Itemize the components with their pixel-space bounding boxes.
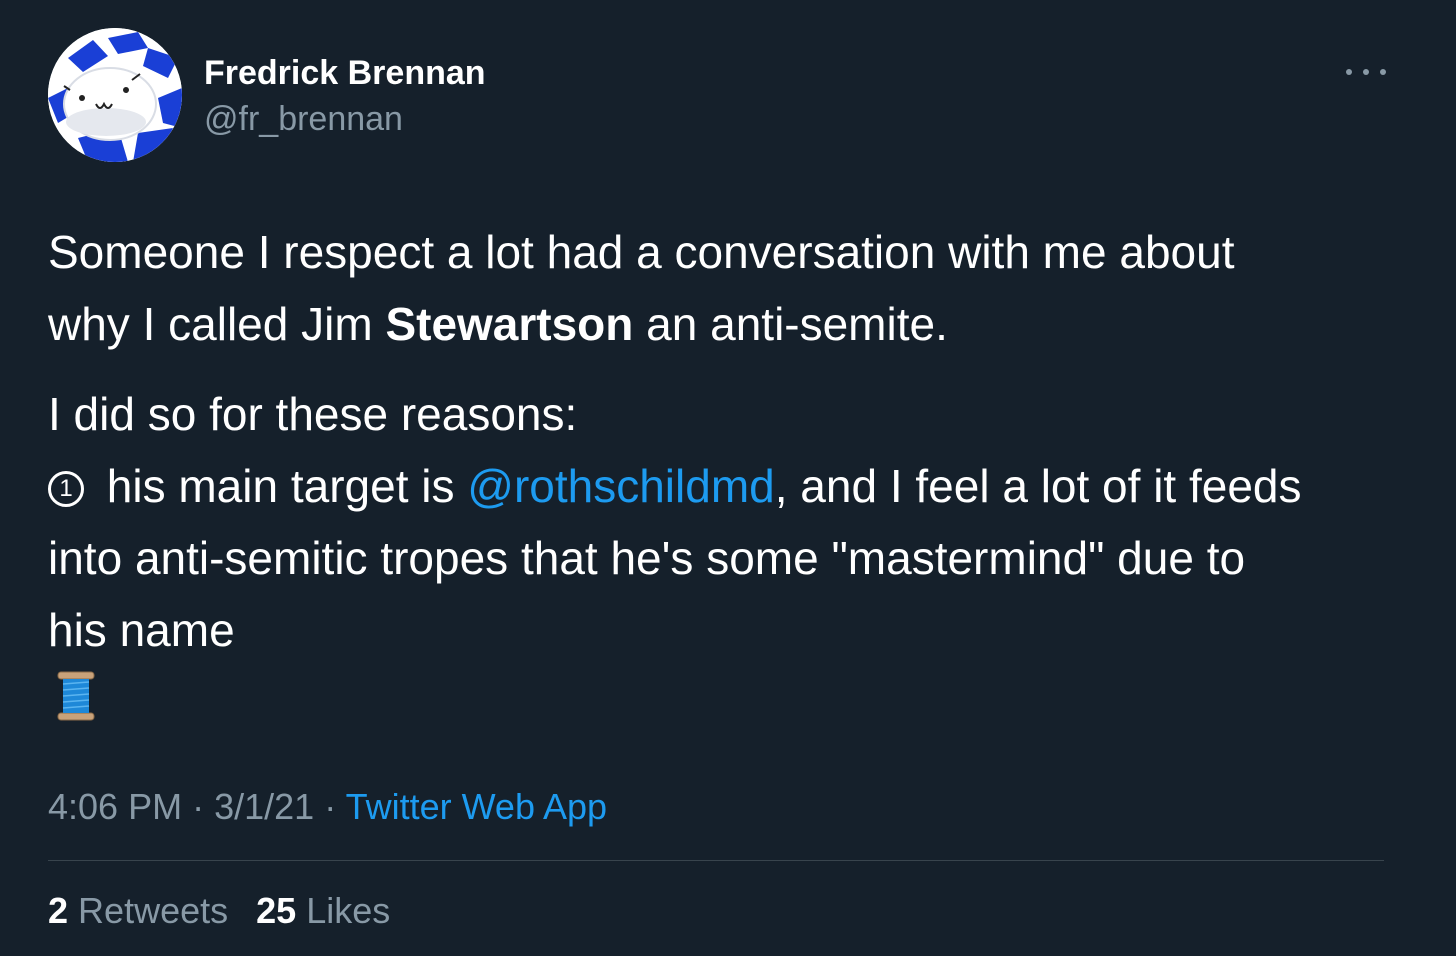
tweet-line: his name [48, 594, 1418, 666]
tweet-text-segment: his main target is [94, 460, 468, 512]
author-handle[interactable]: @fr_brennan [204, 100, 403, 139]
tweet-text-segment: why I called Jim [48, 298, 386, 350]
tweet-line: I did so for these reasons: [48, 378, 1418, 450]
tweet-text-segment: , and I feel a lot of it feeds [774, 460, 1302, 512]
tweet-line: into anti-semitic tropes that he's some … [48, 522, 1418, 594]
tweet-line: why I called Jim Stewartson an anti-semi… [48, 288, 1418, 360]
tweet-metadata: 4:06 PM · 3/1/21 · Twitter Web App [48, 786, 607, 828]
likes-count: 25 [256, 890, 297, 931]
tweet-date[interactable]: 3/1/21 [214, 786, 314, 827]
retweets-label: Retweets [78, 890, 229, 931]
tweet-text-segment: I did so for these reasons: [48, 388, 578, 440]
tweet-source-link[interactable]: Twitter Web App [346, 786, 607, 827]
tweet-text: Someone I respect a lot had a conversati… [48, 216, 1418, 666]
retweets-count: 2 [48, 890, 69, 931]
dot [1346, 69, 1352, 75]
tweet-line: 1 his main target is @rothschildmd, and … [48, 450, 1418, 522]
thread-spool-icon [57, 671, 95, 721]
tweet-card: Fredrick Brennan @fr_brennan Someone I r… [0, 0, 1456, 956]
dot [1380, 69, 1386, 75]
author-avatar[interactable] [48, 28, 182, 162]
tweet-text-segment: Someone I respect a lot had a conversati… [48, 226, 1235, 278]
tweet-bold-text: Stewartson [385, 298, 634, 350]
tweet-line: Someone I respect a lot had a conversati… [48, 216, 1418, 288]
tweet-time[interactable]: 4:06 PM [48, 786, 182, 827]
more-options-icon[interactable] [1346, 58, 1386, 86]
mention-link[interactable]: @rothschildmd [467, 460, 774, 512]
retweets-stat[interactable]: 2 Retweets [48, 890, 228, 931]
circled-number-icon: 1 [48, 471, 84, 507]
tweet-text-segment: an anti-semite. [633, 298, 948, 350]
dot [1363, 69, 1369, 75]
engagement-stats: 2 Retweets 25 Likes [48, 890, 390, 932]
likes-label: Likes [306, 890, 391, 931]
author-name[interactable]: Fredrick Brennan [204, 54, 486, 93]
meta-separator: · [324, 786, 337, 827]
likes-stat[interactable]: 25 Likes [256, 890, 390, 931]
divider [48, 860, 1384, 861]
meta-separator: · [192, 786, 205, 827]
tweet-text-segment: into anti-semitic tropes that he's some … [48, 532, 1246, 584]
tweet-text-segment: his name [48, 604, 235, 656]
cartoon-face-avatar-icon [48, 28, 182, 162]
